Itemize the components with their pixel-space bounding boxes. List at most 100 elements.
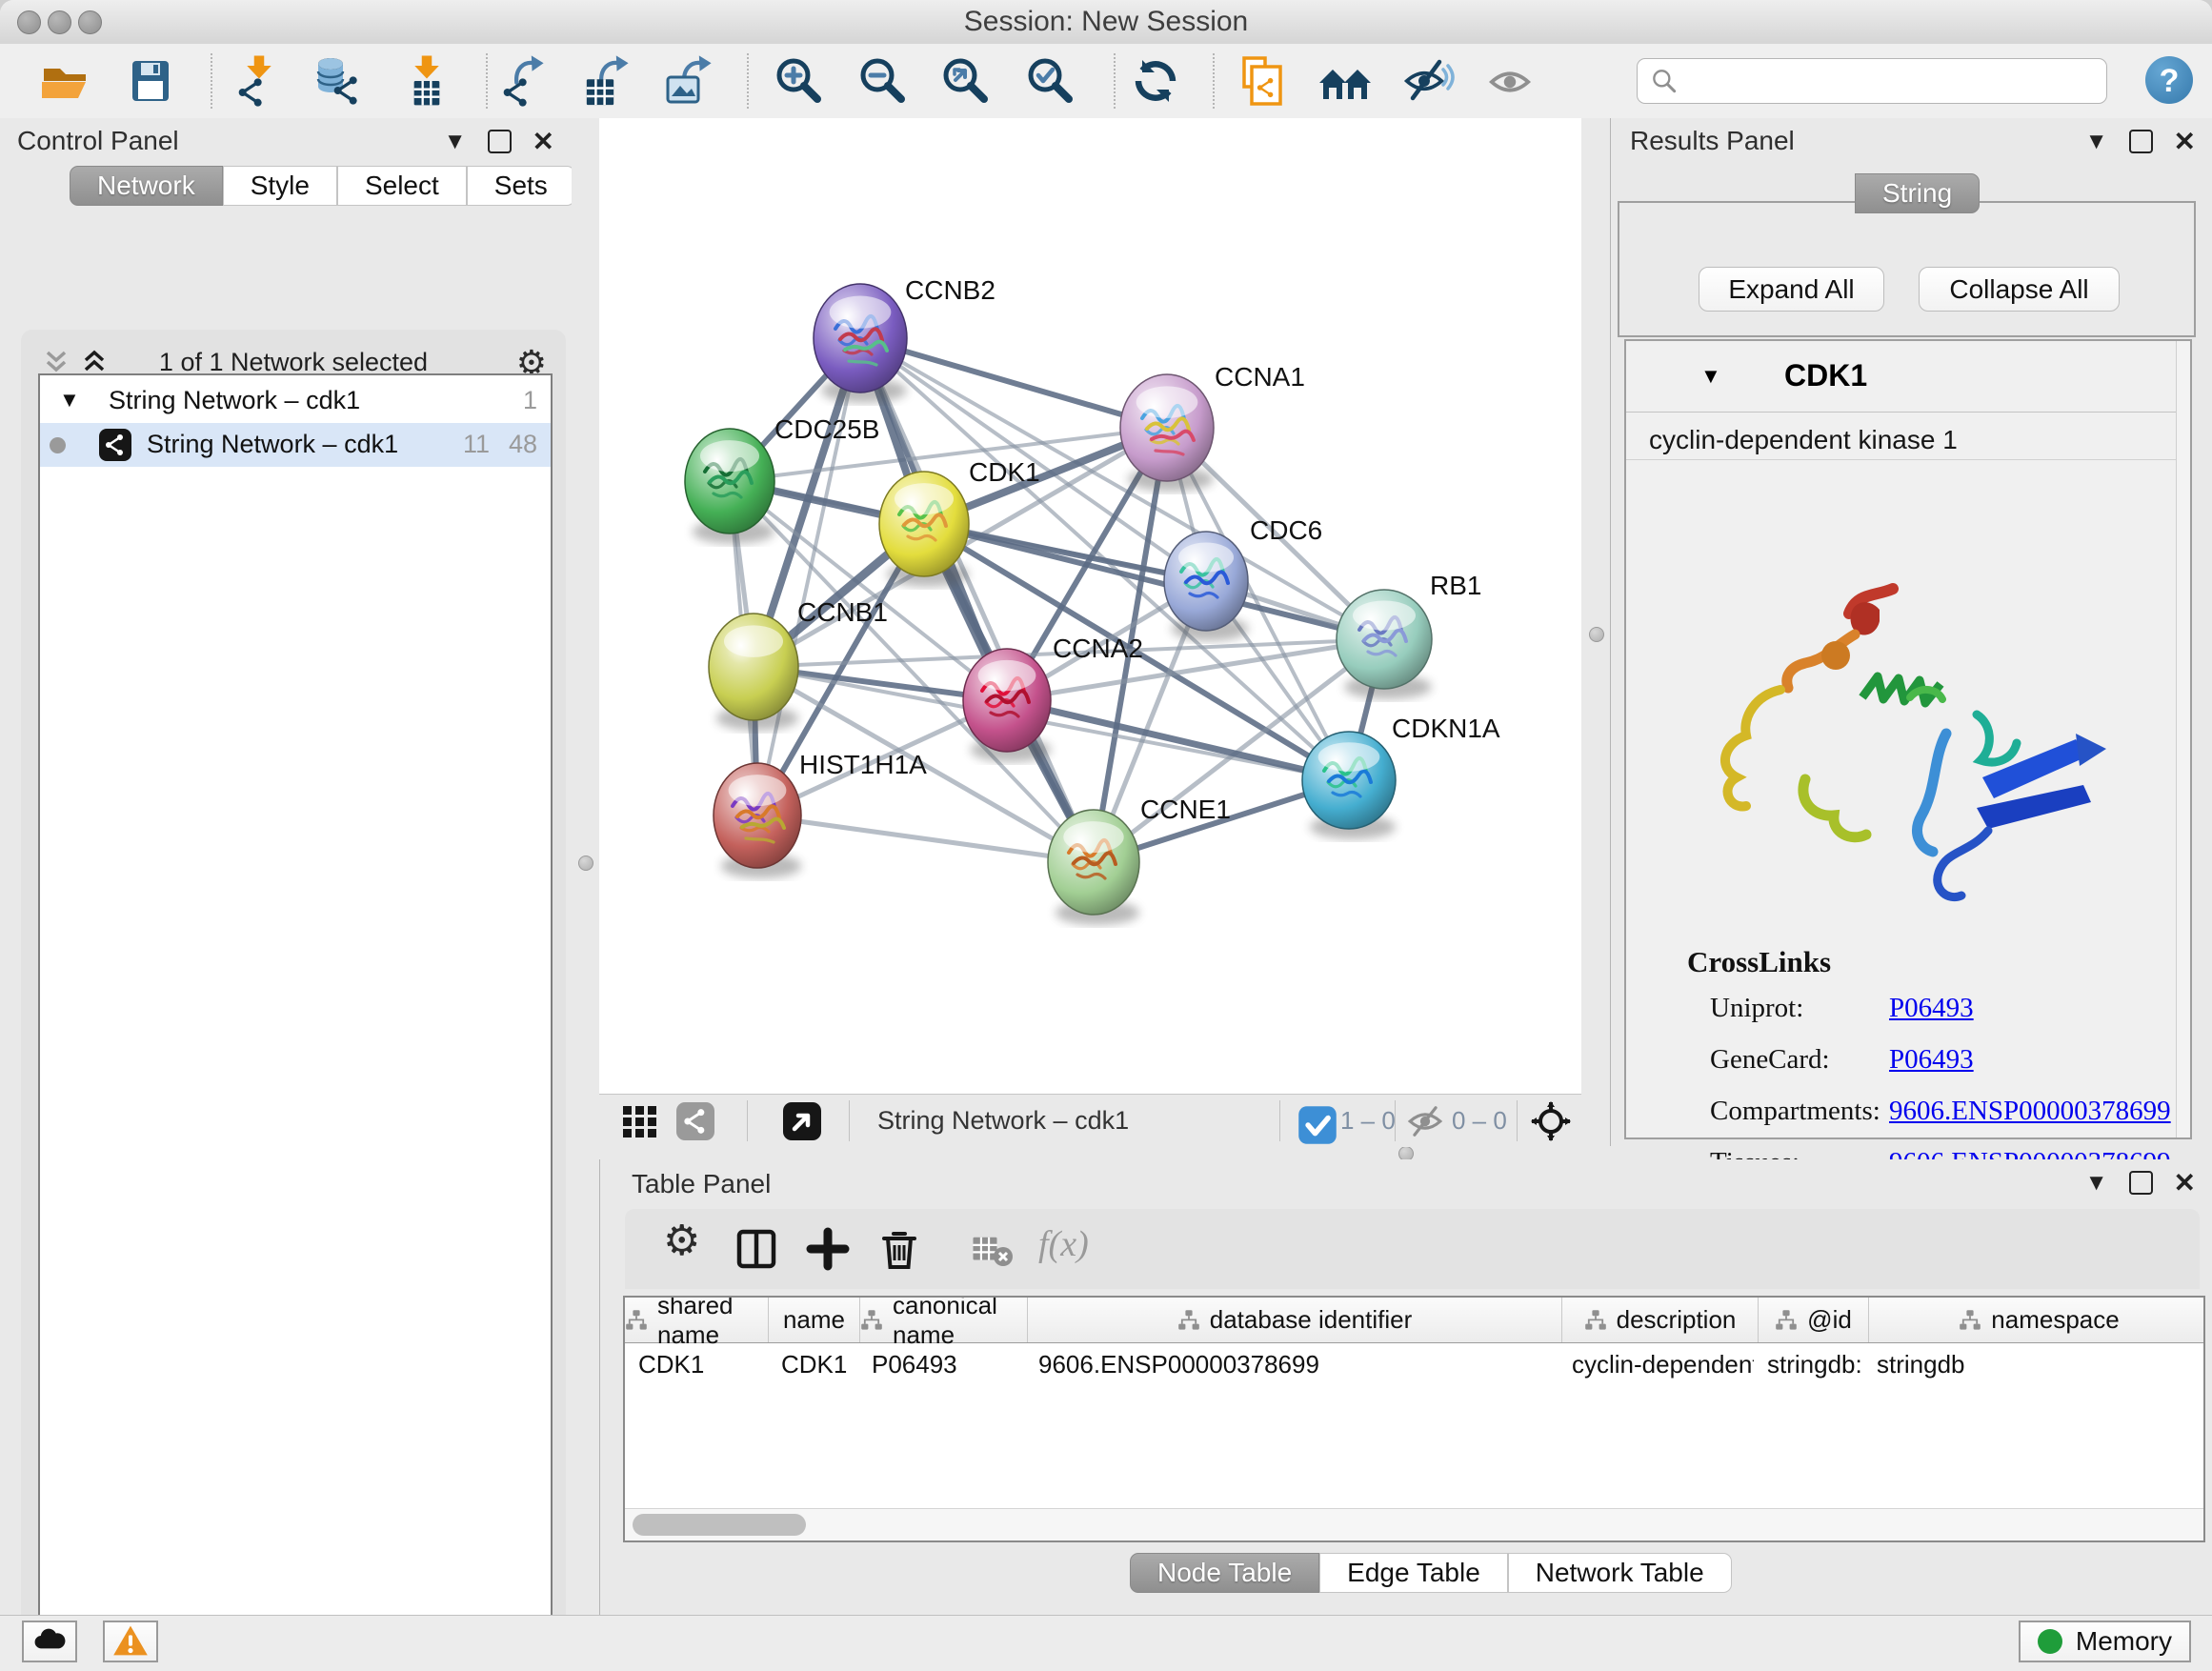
- network-node-CCNB2[interactable]: [814, 284, 907, 403]
- crosslink-genecard-link[interactable]: P06493: [1889, 1044, 1974, 1076]
- delete-column-button[interactable]: [876, 1226, 922, 1272]
- network-node-CDK1[interactable]: [879, 472, 969, 587]
- network-overview-button[interactable]: [675, 1101, 715, 1141]
- function-builder-button[interactable]: f(x): [1033, 1222, 1095, 1266]
- import-table-button[interactable]: [398, 54, 452, 108]
- memory-button[interactable]: Memory: [2019, 1621, 2191, 1662]
- cloud-status-button[interactable]: [22, 1621, 77, 1662]
- tab-style[interactable]: Style: [223, 166, 337, 206]
- network-edge-CCNB2-HIST1H1A[interactable]: [757, 338, 860, 815]
- results-scrollbar[interactable]: [2176, 341, 2190, 1137]
- create-column-button[interactable]: [805, 1226, 851, 1272]
- table-tab-network-table[interactable]: Network Table: [1508, 1553, 1732, 1593]
- network-node-RB1[interactable]: [1337, 590, 1432, 699]
- network-row-selected[interactable]: String Network – cdk1 11 48: [40, 423, 551, 467]
- help-button[interactable]: ?: [2145, 56, 2193, 104]
- export-network-button[interactable]: [497, 54, 551, 108]
- network-edge-CCNA2-CDKN1A[interactable]: [1007, 700, 1349, 780]
- network-collection-row[interactable]: ▼ String Network – cdk1 1: [40, 379, 551, 423]
- left-splitter[interactable]: [572, 118, 600, 1615]
- column-header-id[interactable]: @id: [1759, 1298, 1869, 1342]
- new-network-from-selection-button[interactable]: [1234, 54, 1287, 108]
- column-header-shared-name[interactable]: shared name: [625, 1298, 769, 1342]
- table-cell[interactable]: P06493: [858, 1342, 1025, 1386]
- zoom-in-button[interactable]: [772, 54, 825, 108]
- panel-maximize-icon[interactable]: [488, 130, 512, 153]
- crosslink-compartments-link[interactable]: 9606.ENSP00000378699: [1889, 1096, 2171, 1127]
- column-header-namespace[interactable]: namespace: [1869, 1298, 2205, 1342]
- table-settings-gear-icon[interactable]: ⚙: [663, 1217, 700, 1265]
- panel-float-icon[interactable]: ▼: [444, 131, 467, 153]
- panel-float-icon[interactable]: ▼: [2085, 131, 2108, 153]
- table-cell[interactable]: CDK1: [768, 1342, 858, 1386]
- left-splitter-grip[interactable]: [578, 856, 593, 871]
- disclosure-triangle-icon[interactable]: ▼: [1700, 364, 1721, 389]
- table-cell[interactable]: cyclin-dependent ...: [1558, 1342, 1754, 1386]
- panel-close-icon[interactable]: ✕: [533, 131, 554, 153]
- gene-section-header[interactable]: ▼ CDK1: [1626, 341, 2190, 413]
- right-splitter-grip[interactable]: [1589, 627, 1604, 642]
- zoom-fit-icon: [938, 54, 992, 108]
- panel-close-icon[interactable]: ✕: [2174, 131, 2196, 153]
- network-node-CCNA2[interactable]: [963, 649, 1051, 762]
- horizontal-scrollbar[interactable]: [625, 1508, 2203, 1540]
- warnings-button[interactable]: [103, 1621, 158, 1662]
- hide-selected-button[interactable]: [1401, 54, 1455, 108]
- zoom-out-button[interactable]: [855, 54, 909, 108]
- apply-layout-button[interactable]: [1129, 54, 1182, 108]
- expand-all-button[interactable]: Expand All: [1699, 267, 1884, 312]
- open-session-button[interactable]: [38, 54, 91, 108]
- table-cell[interactable]: CDK1: [625, 1342, 768, 1386]
- panel-float-icon[interactable]: ▼: [2085, 1172, 2108, 1195]
- selected-count: 1 – 0: [1340, 1095, 1396, 1147]
- table-cell[interactable]: stringdb:9...: [1754, 1342, 1863, 1386]
- save-session-button[interactable]: [124, 54, 177, 108]
- table-row[interactable]: CDK1CDK1P064939606.ENSP00000378699cyclin…: [625, 1342, 2203, 1386]
- network-node-HIST1H1A[interactable]: [714, 763, 801, 878]
- search-input[interactable]: [1689, 63, 2093, 99]
- right-splitter[interactable]: [1581, 118, 1610, 1146]
- show-columns-button[interactable]: [734, 1226, 779, 1272]
- network-edge-CCNB2-CCNE1[interactable]: [860, 338, 1094, 862]
- delete-table-button[interactable]: [969, 1226, 1015, 1272]
- selected-count-icon[interactable]: [1297, 1105, 1330, 1145]
- table-tab-edge-table[interactable]: Edge Table: [1319, 1553, 1508, 1593]
- panel-maximize-icon[interactable]: [2129, 1171, 2153, 1195]
- tab-select[interactable]: Select: [337, 166, 467, 206]
- export-table-button[interactable]: [580, 54, 633, 108]
- table-cell[interactable]: 9606.ENSP00000378699: [1025, 1342, 1558, 1386]
- panel-maximize-icon[interactable]: [2129, 130, 2153, 153]
- network-node-CDKN1A[interactable]: [1302, 732, 1396, 839]
- disclosure-triangle-icon[interactable]: ▼: [59, 388, 80, 413]
- export-image-button[interactable]: [663, 54, 716, 108]
- table-tab-node-table[interactable]: Node Table: [1130, 1553, 1319, 1593]
- zoom-fit-button[interactable]: [938, 54, 992, 108]
- network-node-CDC6[interactable]: [1164, 532, 1248, 641]
- scrollbar-thumb[interactable]: [633, 1514, 806, 1536]
- column-header-name[interactable]: name: [769, 1298, 860, 1342]
- tab-network[interactable]: Network: [70, 166, 223, 206]
- crosslink-uniprot-link[interactable]: P06493: [1889, 993, 1974, 1024]
- panel-close-icon[interactable]: ✕: [2174, 1172, 2196, 1195]
- first-neighbors-button[interactable]: [1318, 54, 1372, 108]
- network-node-CCNB1[interactable]: [709, 614, 798, 731]
- column-header-description[interactable]: description: [1562, 1298, 1759, 1342]
- network-node-CCNE1[interactable]: [1048, 810, 1139, 925]
- results-tab-string[interactable]: String: [1855, 173, 1980, 213]
- import-network-button[interactable]: [231, 54, 284, 108]
- show-all-button[interactable]: [1484, 54, 1538, 108]
- network-node-CDC25B[interactable]: [685, 429, 774, 544]
- network-canvas[interactable]: CCNB2CCNA1CDC25BCDK1CDC6RB1CCNB1CCNA2CDK…: [599, 118, 1581, 1094]
- column-header-database-identifier[interactable]: database identifier: [1028, 1298, 1562, 1342]
- collapse-all-button[interactable]: Collapse All: [1919, 267, 2120, 312]
- network-node-CCNA1[interactable]: [1120, 374, 1214, 492]
- center-view-button[interactable]: [1531, 1101, 1571, 1141]
- open-in-new-window-button[interactable]: [782, 1101, 822, 1141]
- column-header-canonical-name[interactable]: canonical name: [860, 1298, 1028, 1342]
- zoom-selected-button[interactable]: [1023, 54, 1076, 108]
- tab-sets[interactable]: Sets: [467, 166, 575, 206]
- import-database-button[interactable]: [311, 54, 364, 108]
- table-cell[interactable]: stringdb: [1863, 1342, 2203, 1386]
- network-edge-HIST1H1A-CCNE1[interactable]: [757, 815, 1094, 862]
- birds-eye-view-button[interactable]: [620, 1101, 660, 1141]
